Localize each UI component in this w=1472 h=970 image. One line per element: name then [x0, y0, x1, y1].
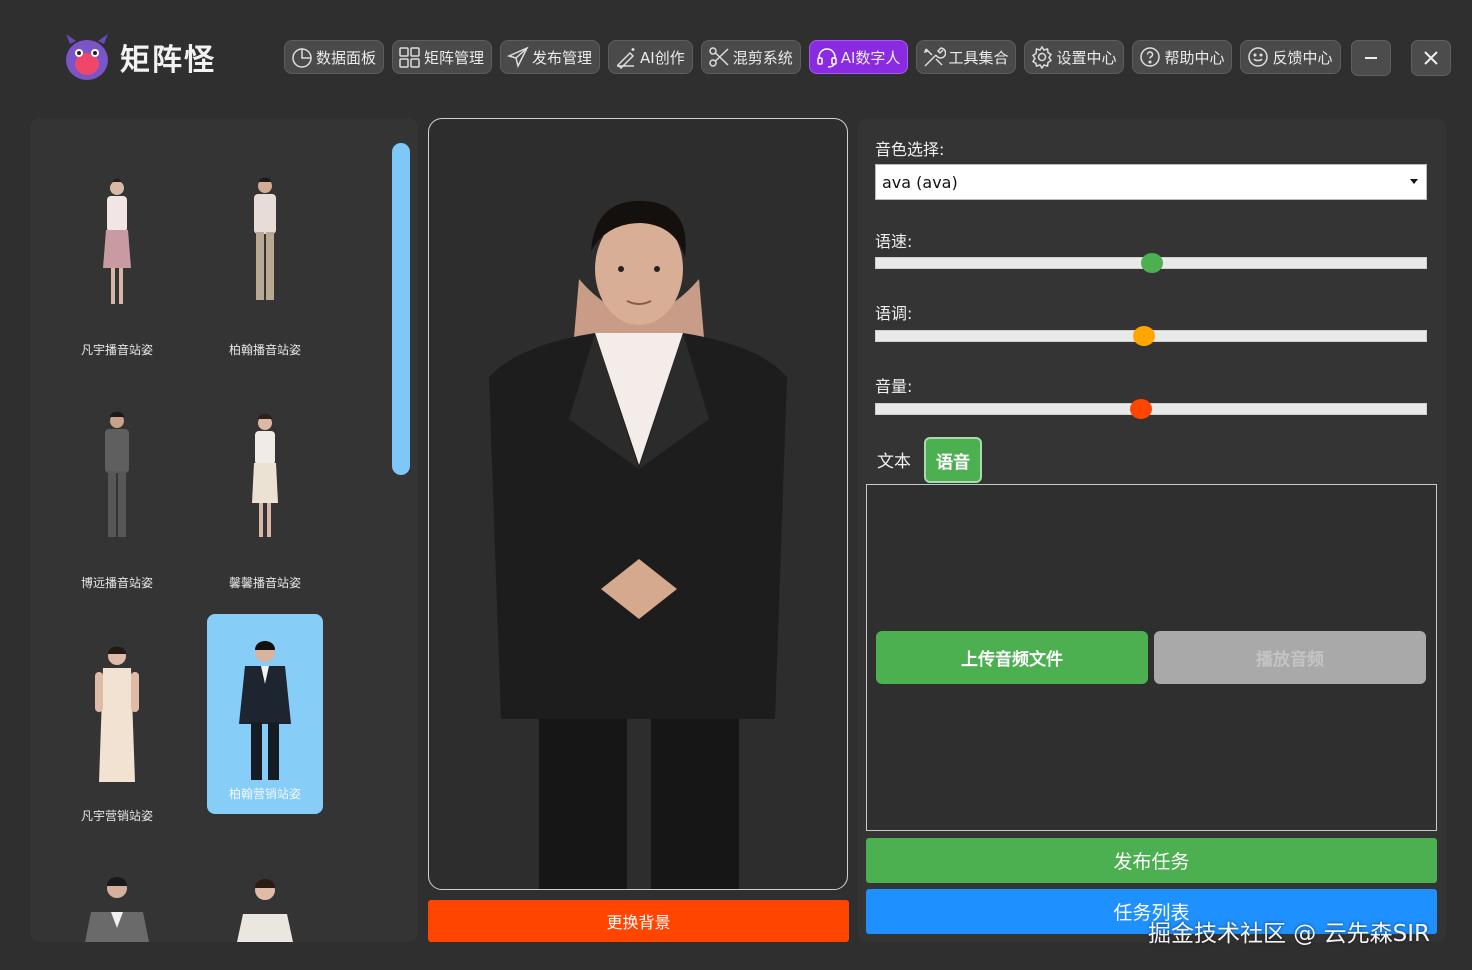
nav-label: 发布管理	[532, 48, 593, 67]
play-audio-button[interactable]: 播放音频	[1154, 631, 1426, 684]
nav-ai-create[interactable]: AI创作	[608, 40, 693, 74]
nav-ai-avatar[interactable]: AI数字人	[808, 40, 909, 74]
speed-slider[interactable]	[875, 253, 1427, 273]
nav-label: 设置中心	[1056, 48, 1117, 67]
pitch-label: 语调:	[875, 304, 913, 323]
smile-icon	[1248, 47, 1269, 67]
nav-help[interactable]: 帮助中心	[1132, 40, 1233, 74]
magic-pen-icon	[616, 48, 635, 69]
nav-label: 矩阵管理	[424, 48, 485, 67]
speed-label: 语速:	[875, 232, 913, 251]
nav-feedback[interactable]: 反馈中心	[1240, 40, 1341, 74]
avatar-name: 博远播音站姿	[80, 576, 153, 590]
gear-icon	[1032, 45, 1053, 69]
nav-settings[interactable]: 设置中心	[1024, 40, 1125, 74]
pitch-slider-handle[interactable]	[1132, 326, 1155, 346]
nav-label: 工具集合	[948, 48, 1009, 67]
change-background-button[interactable]: 更换背景	[428, 900, 849, 942]
avatar-thumbnail	[252, 413, 278, 537]
pie-chart-icon	[292, 48, 312, 68]
chevron-down-icon	[1410, 179, 1418, 184]
avatar-card[interactable]: 馨馨播音站姿	[207, 403, 323, 603]
avatar-thumbnail	[254, 177, 276, 300]
nav-label: 帮助中心	[1164, 48, 1225, 67]
tools-icon	[924, 47, 947, 67]
tab-voice[interactable]: 语音	[924, 437, 982, 483]
publish-task-button[interactable]: 发布任务	[866, 838, 1437, 883]
avatar-thumbnail	[95, 646, 139, 782]
gallery-scrollbar[interactable]	[392, 143, 410, 475]
pitch-slider[interactable]	[875, 326, 1427, 346]
voice-select-value: ava (ava)	[882, 172, 958, 192]
grid-icon	[399, 47, 420, 68]
scissors-icon	[708, 47, 729, 67]
volume-label: 音量:	[875, 377, 913, 396]
app-logo: 矩阵怪	[62, 30, 216, 84]
avatar-name: 柏翰播音站姿	[228, 343, 301, 357]
avatar-card[interactable]: 凡宇营销站姿	[59, 636, 175, 836]
nav-matrix[interactable]: 矩阵管理	[392, 40, 493, 74]
avatar-thumbnail	[105, 411, 129, 537]
avatar-thumbnail	[237, 879, 293, 942]
speed-slider-handle[interactable]	[1141, 253, 1163, 273]
avatar-card-partial[interactable]	[59, 868, 175, 942]
avatar-thumbnail	[103, 178, 131, 304]
nav-label: 数据面板	[316, 48, 377, 67]
avatar-name: 柏翰营销站姿	[228, 787, 301, 801]
avatar-preview	[428, 118, 848, 890]
avatar-card[interactable]: 柏翰播音站姿	[207, 170, 323, 370]
voice-select-label: 音色选择:	[875, 140, 945, 159]
nav-label: AI创作	[640, 48, 685, 67]
headset-icon	[817, 48, 837, 68]
nav-data-panel[interactable]: 数据面板	[284, 40, 385, 74]
avatar-name: 凡宇营销站姿	[80, 809, 153, 823]
avatar-card-partial[interactable]	[207, 868, 323, 942]
volume-slider[interactable]	[875, 399, 1427, 419]
voice-select[interactable]: ava (ava)	[875, 164, 1427, 200]
minimize-icon	[1365, 57, 1377, 59]
avatar-card-selected[interactable]: 柏翰营销站姿	[207, 614, 323, 814]
avatar-card[interactable]: 凡宇播音站姿	[59, 170, 175, 370]
avatar-card[interactable]: 博远播音站姿	[59, 403, 175, 603]
upload-audio-button[interactable]: 上传音频文件	[876, 631, 1148, 684]
avatar-gallery: 凡宇播音站姿 柏翰播音站姿 博远播音站姿 馨馨播音站姿 凡宇营销站姿 柏翰营销站…	[30, 118, 418, 942]
close-icon	[1424, 51, 1438, 65]
nav-label: AI数字人	[840, 48, 901, 67]
presenter-image	[489, 200, 787, 889]
nav-label: 混剪系统	[732, 48, 793, 67]
avatar-name: 馨馨播音站姿	[228, 576, 301, 590]
send-icon	[506, 46, 529, 69]
nav-publish[interactable]: 发布管理	[500, 40, 601, 74]
nav-tools[interactable]: 工具集合	[916, 40, 1017, 74]
mascot-icon	[62, 30, 112, 84]
close-button[interactable]	[1411, 40, 1451, 76]
watermark: 掘金技术社区 @ 云先森SIR	[1148, 921, 1430, 947]
help-icon	[1140, 47, 1161, 67]
avatar-thumbnail	[239, 641, 291, 780]
nav-label: 反馈中心	[1272, 48, 1333, 67]
volume-slider-handle[interactable]	[1129, 399, 1152, 419]
avatar-name: 凡宇播音站姿	[80, 343, 153, 357]
tab-text[interactable]: 文本	[868, 440, 920, 478]
top-nav: 数据面板 矩阵管理 发布管理 AI创作 混剪系统 AI数字人 工具集合 设置中心…	[284, 40, 1341, 74]
app-title: 矩阵怪	[120, 43, 216, 78]
minimize-button[interactable]	[1351, 40, 1391, 76]
nav-mix-edit[interactable]: 混剪系统	[700, 40, 801, 74]
avatar-thumbnail	[85, 877, 149, 942]
